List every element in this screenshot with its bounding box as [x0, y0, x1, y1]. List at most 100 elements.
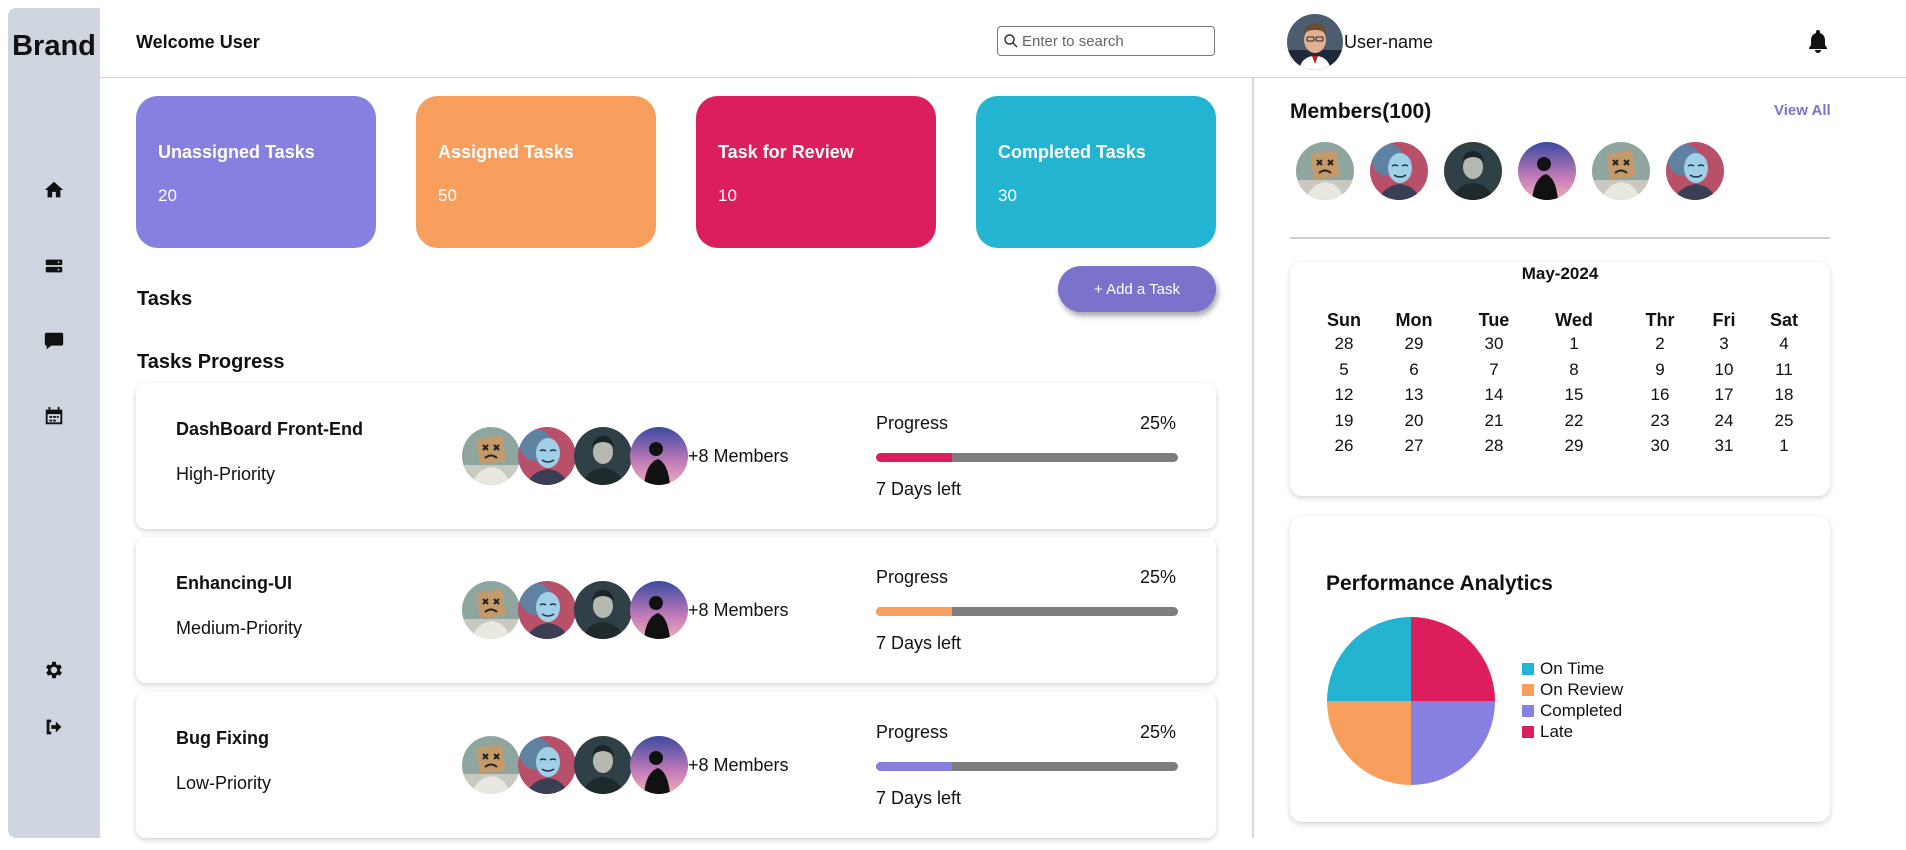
more-members-text: +8 Members: [688, 445, 789, 466]
progress-bar: [876, 607, 1178, 616]
calendar-day[interactable]: 12: [1314, 385, 1374, 405]
stat-card-unassigned[interactable]: Unassigned Tasks 20: [136, 96, 376, 248]
stat-card-assigned[interactable]: Assigned Tasks 50: [416, 96, 656, 248]
task-card[interactable]: DashBoard Front-End High-Priority +8 Mem…: [136, 383, 1216, 529]
calendar-weekday: Mon: [1395, 310, 1433, 330]
calendar-day[interactable]: 25: [1754, 411, 1814, 431]
pie-slice-completed[interactable]: [1411, 701, 1495, 785]
calendar-day[interactable]: 23: [1630, 411, 1690, 431]
pie-slice-on-review[interactable]: [1327, 701, 1411, 785]
server-icon[interactable]: [40, 252, 68, 280]
welcome-text: Welcome User: [136, 32, 260, 52]
task-card[interactable]: Bug Fixing Low-Priority +8 Members Progr…: [136, 692, 1216, 838]
calendar-day[interactable]: 11: [1754, 360, 1814, 380]
calendar-day[interactable]: 7: [1464, 360, 1524, 380]
task-members[interactable]: +8 Members: [462, 736, 789, 794]
analytics-title: Performance Analytics: [1326, 572, 1553, 595]
calendar-day[interactable]: 27: [1384, 436, 1444, 456]
calendar-day[interactable]: 28: [1314, 334, 1374, 354]
pie-slice-on-time[interactable]: [1327, 617, 1411, 701]
calendar-day[interactable]: 20: [1384, 411, 1444, 431]
task-name: Bug Fixing: [176, 728, 269, 748]
calendar-day[interactable]: 28: [1464, 436, 1524, 456]
task-priority: Medium-Priority: [176, 618, 303, 638]
calendar-day[interactable]: 29: [1544, 436, 1604, 456]
member-avatar: [574, 427, 632, 485]
calendar-day[interactable]: 30: [1630, 436, 1690, 456]
calendar-day[interactable]: 5: [1314, 360, 1374, 380]
performance-analytics: Performance Analytics On Time On Review Co…: [1290, 516, 1830, 822]
search-box: [997, 26, 1215, 56]
sidebar: Brand: [8, 8, 100, 838]
calendar-day[interactable]: 2: [1630, 334, 1690, 354]
calendar-day[interactable]: 16: [1630, 385, 1690, 405]
calendar-day[interactable]: 1: [1544, 334, 1604, 354]
member-avatar: [462, 427, 520, 485]
stat-title: Task for Review: [718, 142, 854, 162]
calendar-day[interactable]: 22: [1544, 411, 1604, 431]
progress-bar-fill: [876, 607, 952, 616]
member-avatar: [574, 581, 632, 639]
calendar-day[interactable]: 30: [1464, 334, 1524, 354]
user-avatar[interactable]: [1287, 14, 1343, 70]
member-avatar[interactable]: [1444, 142, 1502, 200]
member-avatar[interactable]: [1296, 142, 1354, 200]
calendar-day[interactable]: 26: [1314, 436, 1374, 456]
calendar-day[interactable]: 24: [1694, 411, 1754, 431]
progress-value: 25%: [1139, 413, 1176, 433]
chat-icon[interactable]: [40, 327, 68, 355]
calendar-weekday: Thr: [1645, 310, 1675, 330]
stat-card-completed[interactable]: Completed Tasks 30: [976, 96, 1216, 248]
calendar-weekday: Fri: [1712, 310, 1736, 330]
member-avatar[interactable]: [1592, 142, 1650, 200]
stat-title: Completed Tasks: [998, 142, 1146, 162]
task-members[interactable]: +8 Members: [462, 581, 789, 639]
progress-bar-fill: [876, 762, 952, 771]
stat-value: 50: [438, 186, 457, 205]
calendar-day[interactable]: 18: [1754, 385, 1814, 405]
calendar-day[interactable]: 9: [1630, 360, 1690, 380]
home-icon[interactable]: [40, 176, 68, 204]
calendar-day[interactable]: 31: [1694, 436, 1754, 456]
calendar-day[interactable]: 8: [1544, 360, 1604, 380]
calendar-day[interactable]: 19: [1314, 411, 1374, 431]
calendar-day[interactable]: 3: [1694, 334, 1754, 354]
stat-card-review[interactable]: Task for Review 10: [696, 96, 936, 248]
view-all-link[interactable]: View All: [1774, 102, 1831, 119]
username[interactable]: User-name: [1344, 32, 1433, 53]
task-members[interactable]: +8 Members: [462, 427, 789, 485]
task-card[interactable]: Enhancing-UI Medium-Priority +8 Members …: [136, 537, 1216, 683]
legend-label: Late: [1540, 721, 1574, 741]
search-input[interactable]: [1022, 32, 1208, 50]
section-divider: [1290, 237, 1830, 239]
calendar-day[interactable]: 1: [1754, 436, 1814, 456]
member-avatar[interactable]: [1666, 142, 1724, 200]
calendar-day[interactable]: 15: [1544, 385, 1604, 405]
calendar-day[interactable]: 29: [1384, 334, 1444, 354]
stat-value: 20: [158, 186, 177, 205]
pie-legend: On Time On Review Completed Late: [1522, 658, 1623, 742]
progress-value: 25%: [1139, 567, 1176, 587]
add-task-button[interactable]: + Add a Task: [1058, 266, 1216, 312]
bell-icon[interactable]: [1806, 28, 1834, 56]
legend-item: Completed: [1522, 700, 1623, 721]
member-avatar[interactable]: [1518, 142, 1576, 200]
stat-value: 10: [718, 186, 737, 205]
tasks-heading: Tasks: [137, 288, 193, 310]
calendar-icon[interactable]: [40, 402, 68, 430]
legend-label: Completed: [1540, 700, 1623, 720]
logout-icon[interactable]: [40, 713, 68, 741]
pie-slice-late[interactable]: [1411, 617, 1495, 701]
calendar-day[interactable]: 6: [1384, 360, 1444, 380]
calendar-day[interactable]: 4: [1754, 334, 1814, 354]
member-avatar: [630, 581, 688, 639]
legend-swatch: [1522, 662, 1534, 675]
gear-icon[interactable]: [40, 656, 68, 684]
calendar-day[interactable]: 14: [1464, 385, 1524, 405]
member-avatar[interactable]: [1370, 142, 1428, 200]
calendar-day[interactable]: 17: [1694, 385, 1754, 405]
member-avatars: [1296, 142, 1740, 200]
calendar-day[interactable]: 10: [1694, 360, 1754, 380]
calendar-day[interactable]: 13: [1384, 385, 1444, 405]
calendar-day[interactable]: 21: [1464, 411, 1524, 431]
